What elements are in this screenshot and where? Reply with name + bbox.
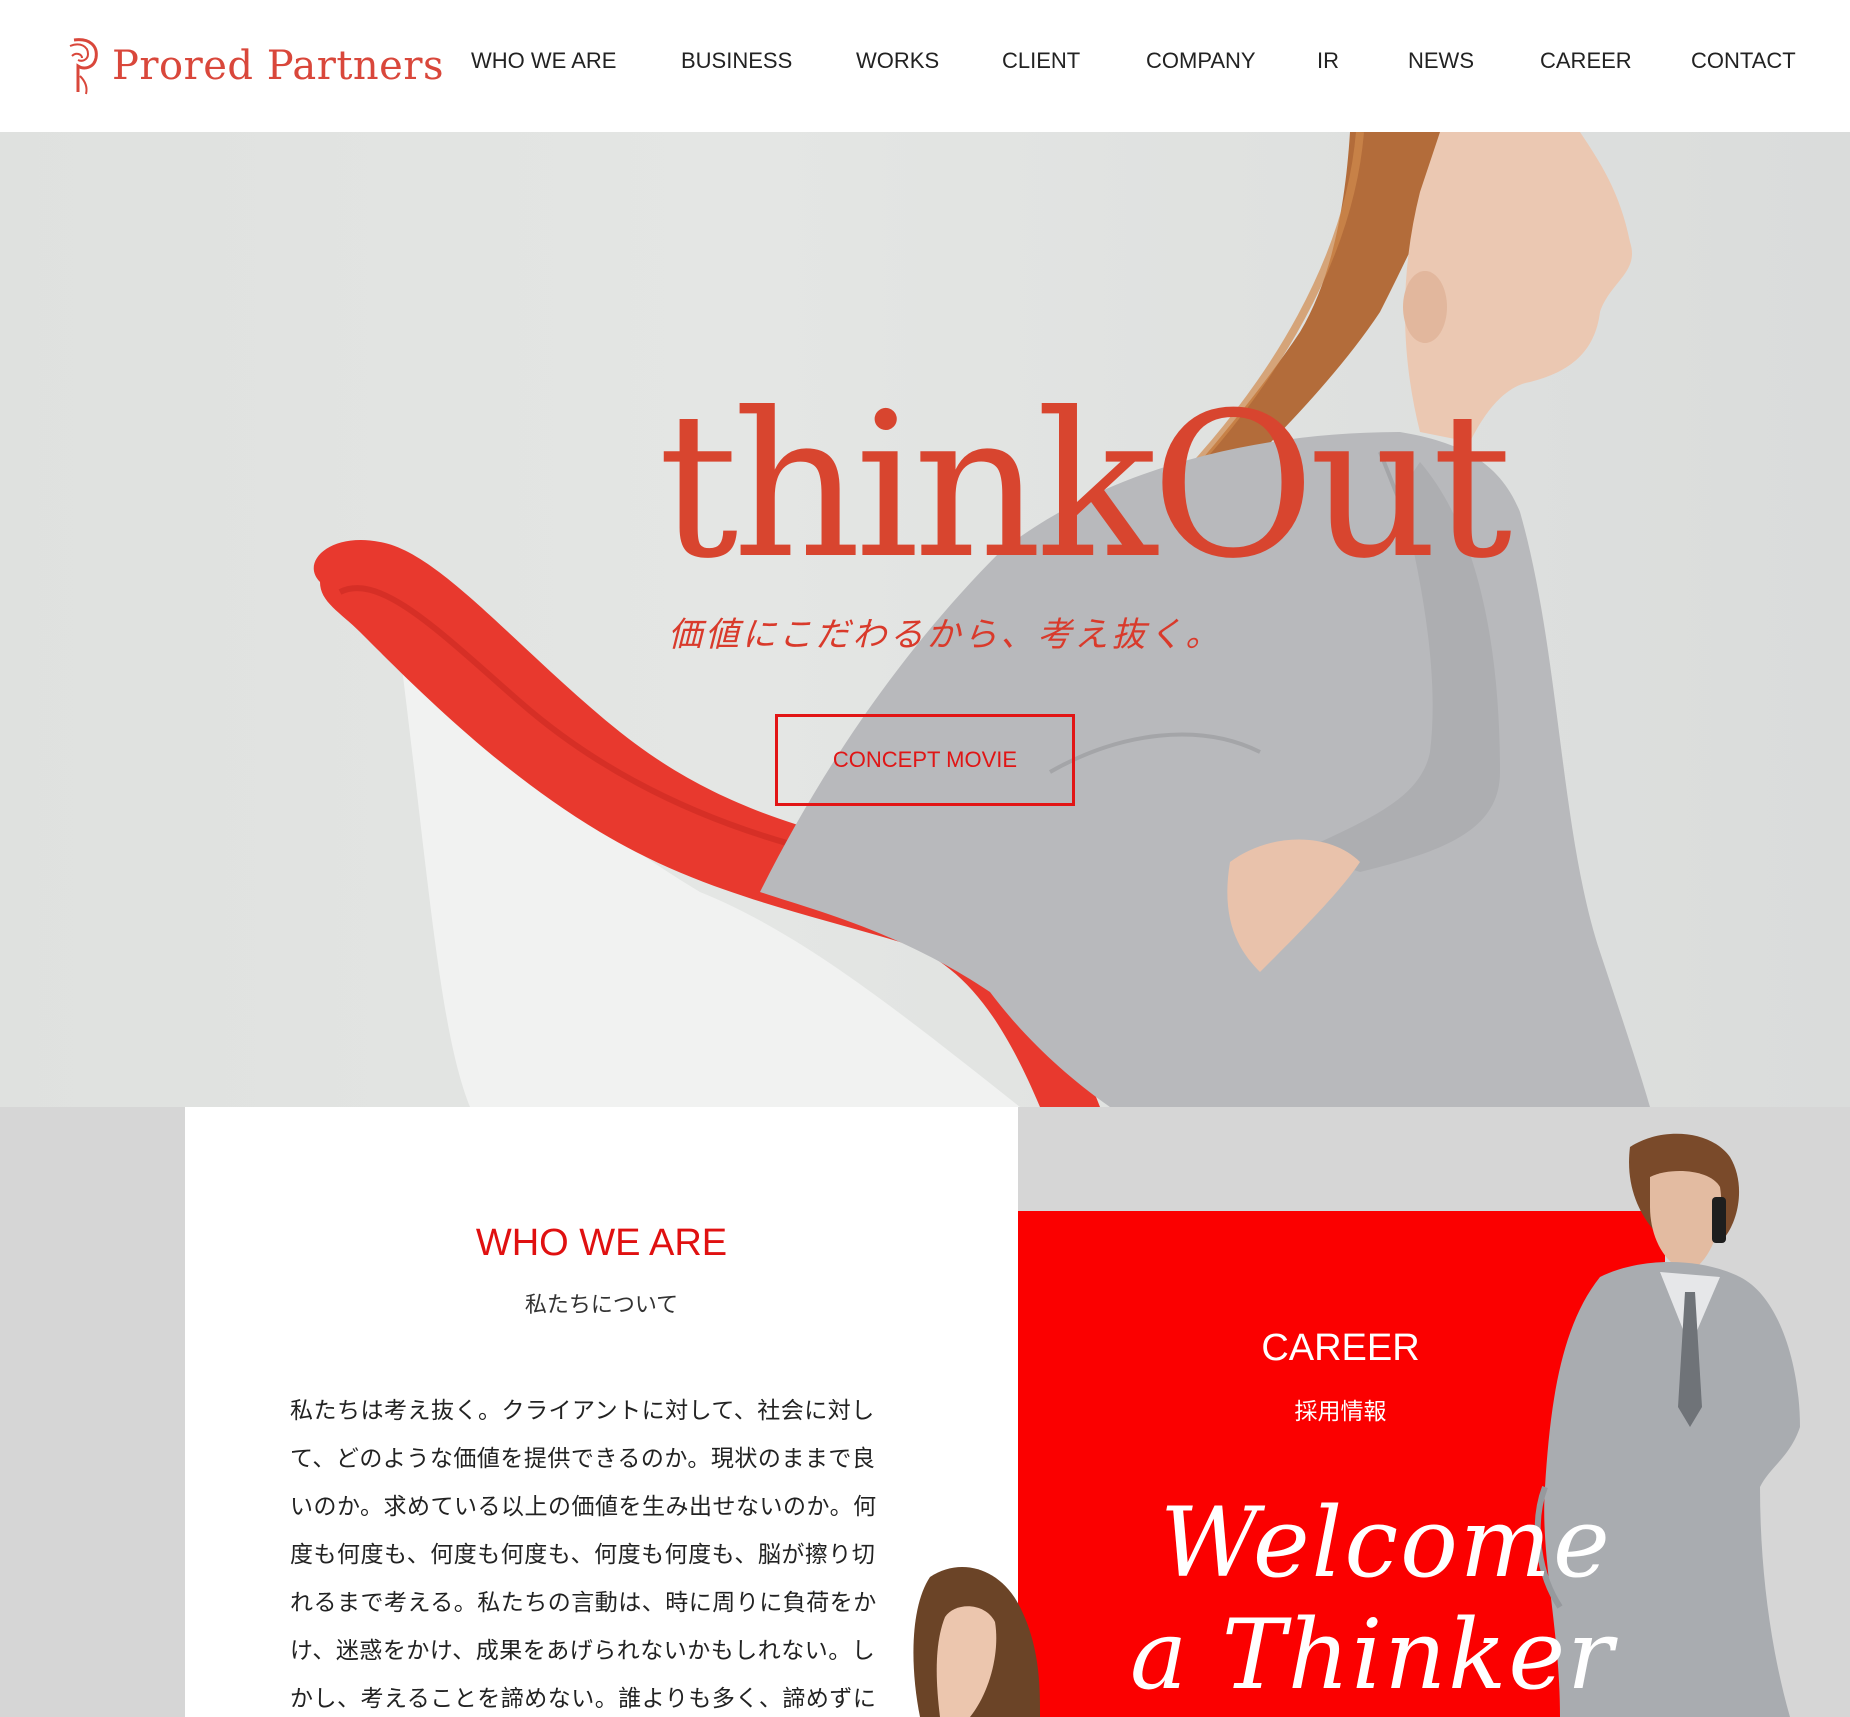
career-tagline-line2: a Thinker xyxy=(1130,1599,1616,1711)
nav-ir[interactable]: IR xyxy=(1317,48,1339,74)
logo-mark-icon xyxy=(69,38,98,95)
lower-section: WHO WE ARE 私たちについて 私たちは考え抜く。クライアントに対して、社… xyxy=(0,1107,1850,1717)
site-header: Prored Partners WHO WE ARE BUSINESS WORK… xyxy=(0,0,1850,132)
hero-section: thinkOut 価値にこだわるから、考え抜く。 CONCEPT MOVIE xyxy=(0,132,1850,1107)
nav-business[interactable]: BUSINESS xyxy=(681,48,792,74)
nav-news[interactable]: NEWS xyxy=(1408,48,1474,74)
career-tagline-line1: Welcome xyxy=(1160,1487,1612,1599)
brand-logo[interactable]: Prored Partners xyxy=(66,36,444,96)
nav-works[interactable]: WORKS xyxy=(856,48,939,74)
brand-name: Prored Partners xyxy=(112,43,444,89)
nav-career[interactable]: CAREER xyxy=(1540,48,1632,74)
hero-subtitle: 価値にこだわるから、考え抜く。 xyxy=(668,615,1223,655)
concept-movie-button[interactable]: CONCEPT MOVIE xyxy=(775,714,1075,806)
hero-title: thinkOut xyxy=(658,370,1512,603)
nav-company[interactable]: COMPANY xyxy=(1146,48,1256,74)
career-title: CAREER xyxy=(1261,1327,1420,1369)
nav-contact[interactable]: CONTACT xyxy=(1691,48,1796,74)
nav-client[interactable]: CLIENT xyxy=(1002,48,1080,74)
career-subtitle: 採用情報 xyxy=(1294,1399,1387,1425)
nav-who-we-are[interactable]: WHO WE ARE xyxy=(471,48,616,74)
